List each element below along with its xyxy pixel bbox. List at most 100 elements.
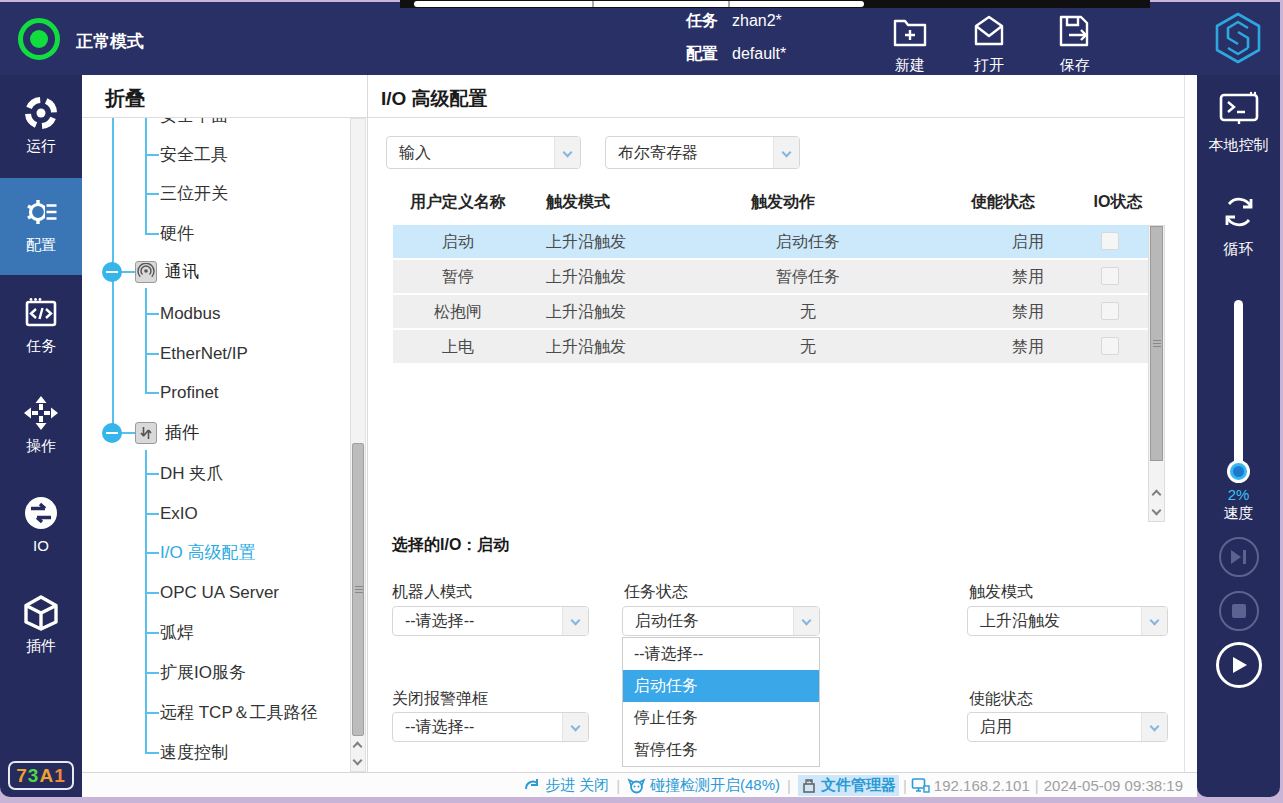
chevron-down-icon — [1141, 713, 1167, 741]
tree-item-arc-welding[interactable]: 弧焊 — [160, 621, 194, 645]
menu-option[interactable]: --请选择-- — [623, 638, 819, 670]
tree-item-io-advanced-config[interactable]: I/O 高级配置 — [160, 541, 255, 565]
mode-label: 正常模式 — [76, 30, 144, 53]
tree-item-three-position-switch[interactable]: 三位开关 — [160, 182, 228, 206]
close-alarm-dropdown[interactable]: --请选择-- — [392, 712, 589, 742]
main-panel: I/O 高级配置 输入 布尔寄存器 用户定义名称 触发模式 触发动作 使能状态 … — [368, 75, 1185, 772]
scroll-down-icon[interactable] — [353, 756, 363, 766]
table-row[interactable]: 暂停 上升沿触发 暂停任务 禁用 — [393, 260, 1148, 293]
col-header-io-state: IO状态 — [1050, 185, 1186, 219]
nav-task[interactable]: 任务 — [0, 279, 82, 376]
chevron-down-icon — [554, 137, 580, 168]
tree-item-safety-plane[interactable]: 安全平面 — [160, 118, 228, 128]
menu-option[interactable]: 停止任务 — [623, 702, 819, 734]
tree-item-safety-tool[interactable]: 安全工具 — [160, 143, 228, 167]
config-icon — [23, 194, 59, 230]
stop-button[interactable] — [1219, 591, 1259, 631]
io-state-checkbox[interactable] — [1101, 232, 1119, 250]
collapse-node-icon[interactable] — [102, 262, 122, 282]
speed-slider-handle[interactable] — [1227, 460, 1250, 483]
step-forward-button[interactable] — [1219, 537, 1259, 577]
new-file-icon — [891, 13, 929, 49]
enable-state-dropdown[interactable]: 启用 — [967, 712, 1168, 742]
local-control-icon — [1218, 91, 1260, 129]
config-row: 配置 default* — [686, 44, 786, 65]
config-tree-panel: 折叠 安全平面 安全工具 三位开关 硬件 通讯 — [82, 75, 368, 772]
plugin-node-icon — [135, 422, 157, 444]
table-scrollbar[interactable] — [1148, 225, 1165, 522]
chevron-down-icon — [562, 713, 588, 741]
tree-item-ethernet-ip[interactable]: EtherNet/IP — [160, 342, 248, 366]
chevron-down-icon — [562, 607, 588, 635]
scroll-up-icon[interactable] — [353, 742, 363, 752]
new-button[interactable]: 新建 — [878, 13, 942, 75]
save-button[interactable]: 保存 — [1043, 13, 1107, 75]
io-state-checkbox[interactable] — [1101, 337, 1119, 355]
recorder-progress — [414, 1, 864, 7]
network-icon — [911, 777, 930, 794]
nav-io[interactable]: IO — [0, 479, 82, 576]
loop-button[interactable]: 循环 — [1197, 191, 1280, 259]
task-state-dropdown[interactable]: 启动任务 — [622, 606, 820, 636]
tree-scrollbar-thumb[interactable] — [352, 443, 364, 736]
right-control-panel: 本地控制 循环 2% 速度 — [1197, 75, 1280, 797]
tree-item-speed-control[interactable]: 速度控制 — [160, 741, 228, 765]
speed-slider-track[interactable] — [1234, 300, 1243, 472]
tree-item-communication[interactable]: 通讯 — [165, 259, 199, 285]
task-icon — [23, 295, 59, 331]
config-label: 配置 — [686, 45, 718, 62]
tree-item-modbus[interactable]: Modbus — [160, 302, 220, 326]
tree-item-opc-ua-server[interactable]: OPC UA Server — [160, 581, 279, 605]
io-type-dropdown[interactable]: 输入 — [386, 136, 581, 169]
nav-operate[interactable]: 操作 — [0, 379, 82, 476]
table-row[interactable]: 启动 上升沿触发 启动任务 启用 — [393, 225, 1148, 258]
robot-mode-dropdown[interactable]: --请选择-- — [392, 606, 589, 636]
table-row[interactable]: 上电 上升沿触发 无 禁用 — [393, 330, 1148, 363]
local-control-button[interactable]: 本地控制 — [1197, 91, 1280, 155]
robot-status-indicator — [18, 18, 60, 60]
tree-item-profinet[interactable]: Profinet — [160, 381, 219, 405]
task-state-menu: --请选择-- 启动任务 停止任务 暂停任务 — [622, 637, 820, 767]
tree-scrollbar[interactable] — [350, 118, 366, 772]
play-button[interactable] — [1216, 642, 1262, 688]
open-button[interactable]: 打开 — [957, 13, 1021, 75]
skip-icon — [1229, 549, 1249, 565]
collision-status[interactable]: 碰撞检测开启(48%) — [627, 776, 780, 795]
plugin-icon — [23, 595, 59, 631]
table-scrollbar-thumb[interactable] — [1150, 226, 1163, 461]
tree-item-dh-gripper[interactable]: DH 夹爪 — [160, 462, 223, 486]
col-header-name: 用户定义名称 — [393, 185, 523, 219]
io-state-checkbox[interactable] — [1101, 302, 1119, 320]
config-value: default* — [732, 45, 786, 62]
tree-item-exio[interactable]: ExIO — [160, 502, 198, 526]
task-row: 任务zhan2* — [686, 11, 782, 32]
datetime: 2024-05-09 09:38:19 — [1044, 777, 1183, 794]
scroll-up-icon[interactable] — [1152, 490, 1162, 500]
step-status[interactable]: 步进 关闭 — [524, 776, 609, 795]
col-header-trigger-action: 触发动作 — [683, 185, 883, 219]
collapse-node-icon[interactable] — [102, 423, 122, 443]
comm-node-icon — [135, 261, 157, 283]
table-row[interactable]: 松抱闸 上升沿触发 无 禁用 — [393, 295, 1148, 328]
register-type-dropdown[interactable]: 布尔寄存器 — [605, 136, 800, 169]
trigger-mode-dropdown[interactable]: 上升沿触发 — [967, 606, 1168, 636]
io-state-checkbox[interactable] — [1101, 267, 1119, 285]
file-manager-button[interactable]: 文件管理器 — [798, 775, 899, 796]
nav-plugin[interactable]: 插件 — [0, 579, 82, 676]
speed-value: 2% — [1197, 486, 1280, 503]
tree-item-plugins[interactable]: 插件 — [165, 420, 199, 446]
chevron-down-icon — [793, 607, 819, 635]
tree-item-remote-tcp[interactable]: 远程 TCP＆工具路径 — [160, 701, 318, 725]
speed-label: 速度 — [1197, 504, 1280, 523]
tree-item-extended-io[interactable]: 扩展IO服务 — [160, 661, 246, 685]
scroll-down-icon[interactable] — [1152, 506, 1162, 516]
network-status: 192.168.2.101 — [911, 777, 1030, 794]
collapse-button[interactable]: 折叠 — [105, 85, 145, 112]
io-icon — [23, 495, 59, 531]
nav-config[interactable]: 配置 — [0, 178, 82, 275]
tree-item-hardware[interactable]: 硬件 — [160, 222, 194, 246]
stop-icon — [1232, 604, 1246, 618]
nav-run[interactable]: 运行 — [0, 79, 82, 176]
menu-option[interactable]: 暂停任务 — [623, 734, 819, 766]
menu-option-highlighted[interactable]: 启动任务 — [623, 670, 819, 702]
